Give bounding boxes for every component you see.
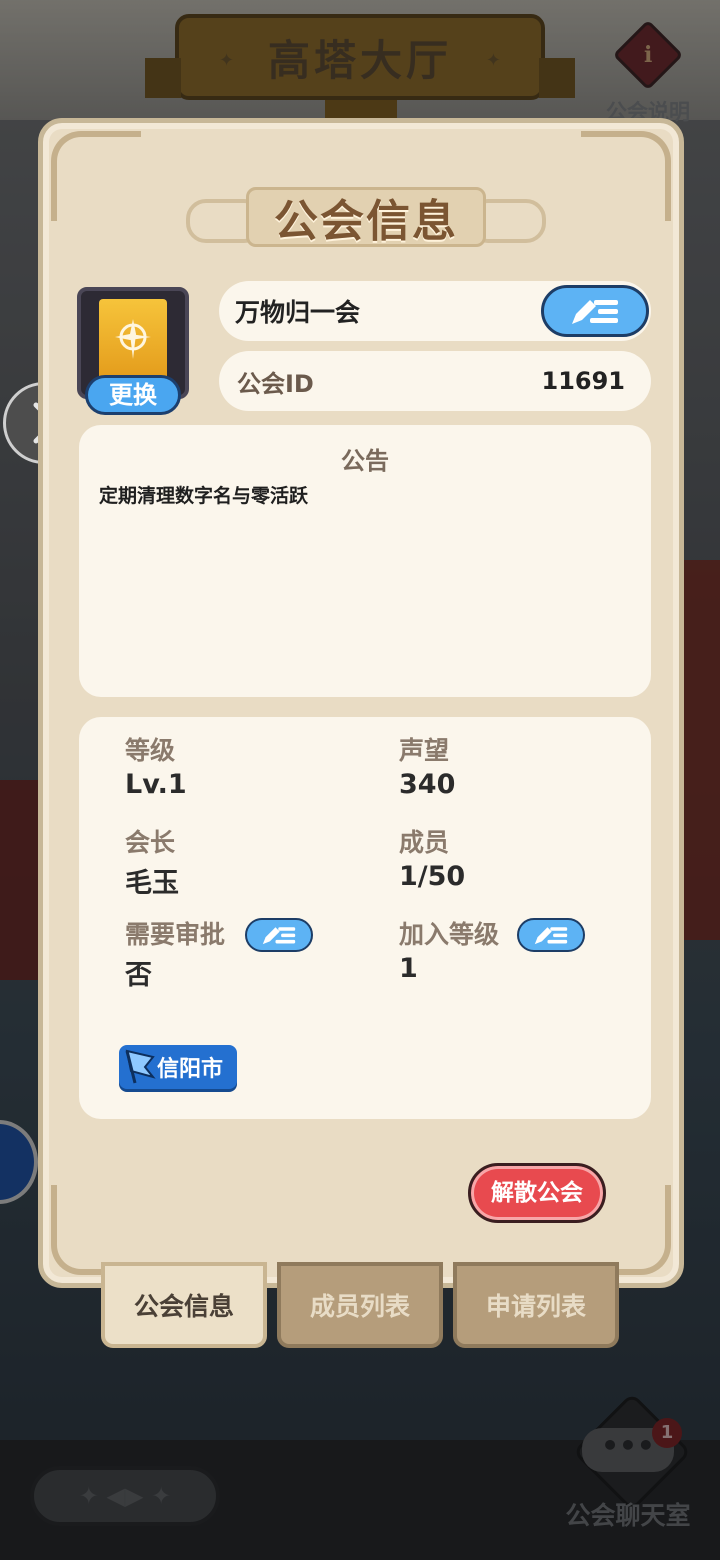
- guild-stats-card: 等级 Lv.1 声望 340 会长 毛玉 成员 1/50 需要审批 否 加入等级…: [79, 717, 651, 1119]
- edit-icon: [534, 927, 568, 945]
- notice-text: 定期清理数字名与零活跃: [99, 485, 309, 507]
- stat-members-value: 1/50: [399, 861, 466, 892]
- guild-info-panel: 公会信息 更换 万物归一会 公会ID 11691 公告 定期清理数字名与零活跃 …: [38, 118, 684, 1288]
- guild-name-field: 万物归一会: [219, 281, 651, 341]
- stat-level-label: 等级: [125, 736, 176, 765]
- city-tag[interactable]: 信阳市: [119, 1045, 238, 1089]
- edit-name-button[interactable]: [541, 285, 649, 337]
- panel-title-plaque: 公会信息: [186, 183, 546, 251]
- guild-id-field: 公会ID 11691: [219, 351, 651, 411]
- guild-flag-icon: [99, 299, 167, 383]
- corner-ornament: [581, 131, 671, 221]
- stat-join-level-label: 加入等级: [399, 920, 500, 949]
- stat-approval-label: 需要审批: [125, 920, 226, 949]
- guild-name: 万物归一会: [235, 298, 361, 327]
- stat-level: 等级 Lv.1: [125, 731, 187, 800]
- tab-member-list[interactable]: 成员列表: [277, 1262, 443, 1348]
- stat-approval-value: 否: [125, 960, 152, 991]
- tab-application-list[interactable]: 申请列表: [453, 1262, 619, 1348]
- stat-members: 成员 1/50: [399, 823, 465, 892]
- corner-ornament: [51, 131, 141, 221]
- stat-join-level-value: 1: [399, 953, 418, 984]
- stat-prestige: 声望 340: [399, 731, 455, 800]
- edit-icon: [572, 300, 618, 324]
- tab-guild-info[interactable]: 公会信息: [101, 1262, 267, 1348]
- edit-join-level-button[interactable]: [517, 918, 585, 952]
- stat-approval: 需要审批 否: [125, 915, 225, 992]
- notice-board[interactable]: 公告 定期清理数字名与零活跃: [79, 425, 651, 697]
- stat-level-value: Lv.1: [125, 769, 187, 800]
- stat-join-level: 加入等级 1: [399, 915, 499, 984]
- notice-title: 公告: [341, 447, 389, 475]
- guild-id-label: 公会ID: [237, 369, 314, 398]
- guild-id-value: 11691: [541, 367, 626, 395]
- flag-icon: [125, 1049, 156, 1084]
- change-emblem-button[interactable]: 更换: [85, 375, 181, 415]
- stat-leader-label: 会长: [125, 828, 176, 857]
- stat-leader-value: 毛玉: [125, 868, 179, 899]
- city-name: 信阳市: [157, 1057, 224, 1082]
- edit-approval-button[interactable]: [245, 918, 313, 952]
- stat-prestige-label: 声望: [399, 736, 450, 765]
- disband-guild-button[interactable]: 解散公会: [468, 1163, 606, 1223]
- stat-members-label: 成员: [399, 828, 450, 857]
- stat-prestige-value: 340: [399, 769, 456, 800]
- stat-leader: 会长 毛玉: [125, 823, 179, 900]
- panel-title: 公会信息: [274, 196, 458, 247]
- edit-icon: [262, 927, 296, 945]
